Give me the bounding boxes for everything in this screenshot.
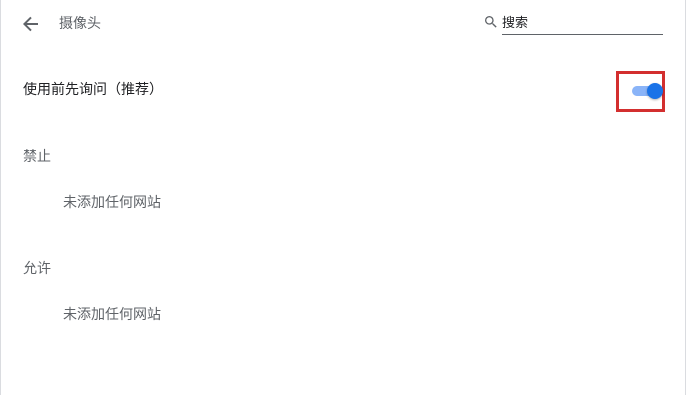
allowed-empty-text: 未添加任何网站 xyxy=(63,307,161,323)
search-input[interactable] xyxy=(502,12,663,35)
blocked-section-header: 禁止 xyxy=(23,149,51,165)
search-box xyxy=(483,12,663,36)
ask-before-access-label: 使用前先询问（推荐） xyxy=(23,82,163,98)
blocked-empty-text: 未添加任何网站 xyxy=(63,195,161,211)
allowed-section-header: 允许 xyxy=(23,261,51,277)
camera-settings-page: 摄像头 使用前先询问（推荐） 禁止 未添加任何网站 允许 未添加任何网站 xyxy=(0,0,686,395)
arrow-left-icon xyxy=(23,16,38,32)
page-title: 摄像头 xyxy=(59,16,101,32)
toggle-knob xyxy=(647,83,663,99)
ask-before-access-toggle[interactable] xyxy=(632,83,664,99)
back-button[interactable] xyxy=(20,13,42,35)
search-icon xyxy=(485,16,497,28)
